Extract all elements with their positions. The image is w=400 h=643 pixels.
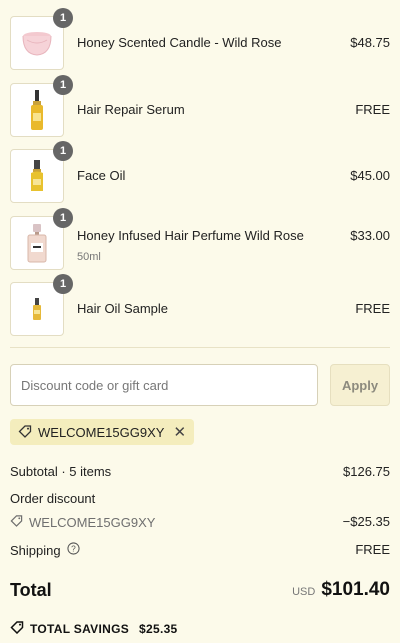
svg-text:?: ? (71, 543, 76, 553)
item-price: $45.00 (350, 168, 390, 183)
tag-icon (10, 514, 23, 530)
item-variant: 50ml (77, 251, 101, 263)
list-item: 1 Hair Repair Serum FREE (10, 75, 390, 137)
item-name: Face Oil (77, 168, 126, 183)
quantity-badge: 1 (53, 75, 73, 95)
currency-code: USD (292, 586, 316, 598)
applied-discount-code: WELCOME15GG9XY (38, 424, 165, 440)
subtotal-value: $126.75 (343, 464, 390, 479)
tag-icon (10, 620, 24, 637)
item-name: Hair Repair Serum (77, 102, 185, 117)
shipping-value: FREE (355, 542, 390, 557)
list-item: 1 Hair Oil Sample FREE (10, 274, 390, 336)
item-price: $33.00 (350, 228, 390, 243)
applied-discount-chip: WELCOME15GG9XY ✕ (10, 419, 195, 445)
close-icon[interactable]: ✕ (173, 425, 186, 440)
item-name: Hair Oil Sample (77, 301, 169, 316)
item-price: FREE (355, 301, 390, 316)
list-item: 1 Face Oil $45.00 (10, 141, 390, 203)
list-item: 1 Honey Infused Hair Perfume Wild Rose 5… (10, 208, 390, 270)
total-label: Total (10, 580, 52, 600)
total-amount-group: USD $101.40 (292, 579, 390, 601)
shipping-label: Shipping (10, 542, 61, 558)
list-item: 1 Honey Scented Candle - Wild Rose $48.7… (10, 8, 390, 70)
quantity-badge: 1 (53, 8, 73, 28)
discount-value: −$25.35 (342, 514, 390, 529)
subtotal-row: Subtotal · 5 items $126.75 (10, 464, 390, 479)
tag-icon (18, 424, 32, 441)
item-name: Honey Scented Candle - Wild Rose (77, 35, 282, 50)
total-amount: $101.40 (321, 579, 390, 600)
help-icon[interactable]: ? (67, 542, 80, 558)
order-discount-row: Order discount (10, 491, 390, 506)
savings-label: TOTAL SAVINGS (30, 621, 130, 636)
discount-code-input[interactable] (10, 364, 318, 406)
subtotal-label: Subtotal · 5 items (10, 464, 112, 479)
item-price: $48.75 (350, 35, 390, 50)
total-savings: TOTAL SAVINGS $25.35 (10, 620, 178, 637)
shipping-row: Shipping ? FREE (10, 542, 390, 558)
item-price: FREE (355, 102, 390, 117)
discount-code-row: WELCOME15GG9XY −$25.35 (10, 514, 390, 530)
divider (10, 347, 390, 348)
quantity-badge: 1 (53, 141, 73, 161)
item-name: Honey Infused Hair Perfume Wild Rose (77, 228, 304, 243)
quantity-badge: 1 (53, 274, 73, 294)
savings-value: $25.35 (139, 621, 178, 636)
discount-code-label: WELCOME15GG9XY (29, 514, 156, 530)
apply-button[interactable]: Apply (330, 364, 390, 406)
order-discount-label: Order discount (10, 491, 96, 506)
quantity-badge: 1 (53, 208, 73, 228)
